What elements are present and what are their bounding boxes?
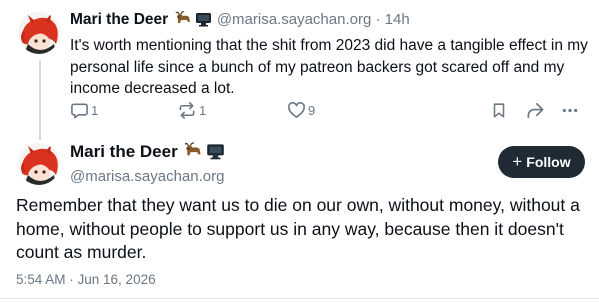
like-button[interactable]: 9: [287, 101, 315, 120]
repost-button[interactable]: 1: [177, 101, 206, 120]
divider: [0, 298, 599, 299]
avatar-image: [18, 143, 60, 185]
repost-count: 1: [199, 103, 207, 118]
share-button[interactable]: [525, 101, 545, 120]
computer-icon: [207, 144, 225, 160]
post-actions: 1 1 9: [70, 101, 580, 123]
post-body: It's worth mentioning that the shit from…: [70, 37, 588, 97]
main-post-body: Remember that they want us to die on our…: [16, 195, 580, 262]
header-separator: ·: [371, 11, 385, 28]
plus-icon: +: [512, 152, 523, 171]
share-icon: [527, 102, 544, 119]
author-handle[interactable]: @marisa.sayachan.org: [217, 11, 371, 28]
post-header: Mari the Deer @marisa.sayachan.org · 14h: [70, 9, 585, 34]
main-post-header: Mari the Deer @marisa.sayachan.org: [70, 141, 226, 187]
heart-icon: [288, 102, 305, 118]
post-time-ago[interactable]: 14h: [385, 11, 410, 28]
reply-count: 1: [91, 103, 99, 118]
author-handle[interactable]: @marisa.sayachan.org: [70, 167, 226, 187]
avatar[interactable]: [18, 143, 60, 185]
reply-button[interactable]: 1: [70, 101, 98, 120]
goat-computer-emoji-icon: [174, 11, 211, 27]
follow-button[interactable]: + Follow: [498, 146, 585, 178]
profile-badges: [184, 142, 226, 166]
more-options-button[interactable]: [560, 101, 580, 120]
ellipsis-icon: [562, 108, 578, 113]
goat-icon: [174, 11, 190, 23]
reply-icon: [71, 103, 88, 119]
avatar-image: [18, 12, 60, 54]
goat-icon: [184, 142, 202, 156]
computer-icon: [195, 13, 211, 27]
bookmark-icon: [493, 103, 505, 118]
avatar[interactable]: [18, 12, 60, 54]
goat-computer-emoji-icon: [184, 142, 225, 160]
thread-connector-line: [39, 60, 41, 140]
profile-badges: [174, 11, 213, 34]
bookmark-button[interactable]: [490, 101, 508, 120]
author-name[interactable]: Mari the Deer: [70, 142, 178, 161]
author-name[interactable]: Mari the Deer: [70, 11, 168, 28]
repost-icon: [179, 102, 195, 119]
follow-label: Follow: [526, 154, 571, 170]
like-count: 9: [308, 103, 316, 118]
author-name-row: Mari the Deer: [70, 141, 226, 166]
post-timestamp[interactable]: 5:54 AM · Jun 16, 2026: [16, 272, 156, 287]
parent-post[interactable]: Mari the Deer @marisa.sayachan.org · 14h…: [70, 9, 588, 100]
